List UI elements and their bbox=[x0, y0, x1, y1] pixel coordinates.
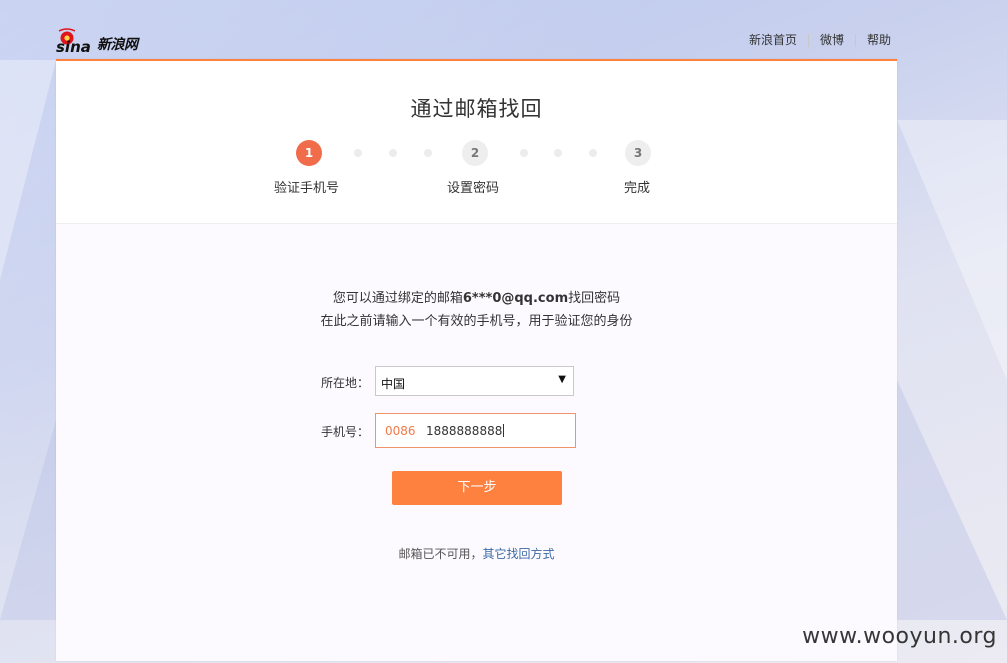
location-value: 中国 bbox=[381, 377, 406, 391]
phone-label: 手机号： bbox=[320, 425, 369, 439]
step-progress-dot bbox=[589, 149, 597, 157]
location-select[interactable]: 中国 ▼ bbox=[375, 366, 574, 396]
intro-line-1: 您可以通过绑定的邮箱6***0@qq.com找回密码 bbox=[56, 287, 897, 310]
svg-text:sina: sina bbox=[56, 38, 91, 54]
nav-sina-home[interactable]: 新浪首页 bbox=[738, 33, 808, 47]
step-2-label: 设置密码 bbox=[447, 181, 500, 196]
dropdown-arrow-icon: ▼ bbox=[558, 374, 566, 385]
masked-email: 6***0@qq.com bbox=[462, 291, 569, 306]
site-header: sina 新浪网 新浪首页 微博 帮助 bbox=[0, 0, 1007, 60]
background-facet bbox=[0, 60, 56, 280]
phone-value-wrap: 1888888888 bbox=[426, 424, 505, 438]
intro-suffix: 找回密码 bbox=[568, 291, 621, 306]
step-3-indicator: 3 bbox=[625, 140, 651, 166]
phone-value: 1888888888 bbox=[426, 424, 503, 438]
step-progress-dot bbox=[520, 149, 528, 157]
intro-text: 您可以通过绑定的邮箱6***0@qq.com找回密码 在此之前请输入一个有效的手… bbox=[56, 287, 897, 333]
card-header: 通过邮箱找回 1 2 3 验证手机号 设置密码 完成 bbox=[56, 61, 897, 224]
background-facet bbox=[897, 120, 1007, 380]
step-progress-dot bbox=[389, 149, 397, 157]
top-nav: 新浪首页 微博 帮助 bbox=[738, 33, 891, 47]
alternative-recovery: 邮箱已不可用，其它找回方式 bbox=[56, 545, 897, 562]
email-unavailable-text: 邮箱已不可用， bbox=[398, 547, 483, 561]
text-caret bbox=[503, 424, 505, 437]
phone-input[interactable]: 0086 1888888888 bbox=[375, 413, 576, 448]
step-2-indicator: 2 bbox=[462, 140, 488, 166]
logo-text: 新浪网 bbox=[97, 37, 138, 53]
step-progress-dot bbox=[554, 149, 562, 157]
nav-help[interactable]: 帮助 bbox=[856, 33, 891, 47]
step-1-indicator: 1 bbox=[296, 140, 322, 166]
background-facet bbox=[897, 380, 1007, 620]
watermark: www.wooyun.org bbox=[802, 624, 997, 649]
sina-logo[interactable]: sina 新浪网 bbox=[56, 24, 138, 54]
other-recovery-link[interactable]: 其它找回方式 bbox=[483, 547, 555, 561]
recovery-card: 通过邮箱找回 1 2 3 验证手机号 设置密码 完成 您可以通过绑定的邮箱6**… bbox=[56, 59, 897, 661]
country-code: 0086 bbox=[385, 424, 416, 438]
step-3-label: 完成 bbox=[624, 181, 651, 196]
next-step-button[interactable]: 下一步 bbox=[392, 471, 562, 505]
step-progress-dot bbox=[424, 149, 432, 157]
step-1-label: 验证手机号 bbox=[274, 181, 340, 196]
intro-prefix: 您可以通过绑定的邮箱 bbox=[332, 291, 463, 306]
page-title: 通过邮箱找回 bbox=[410, 97, 543, 121]
sina-eye-icon: sina bbox=[56, 28, 91, 54]
location-label: 所在地： bbox=[320, 376, 369, 390]
nav-weibo[interactable]: 微博 bbox=[809, 33, 855, 47]
intro-line-2: 在此之前请输入一个有效的手机号，用于验证您的身份 bbox=[320, 314, 633, 329]
background-facet bbox=[0, 420, 56, 620]
step-progress-dot bbox=[354, 149, 362, 157]
